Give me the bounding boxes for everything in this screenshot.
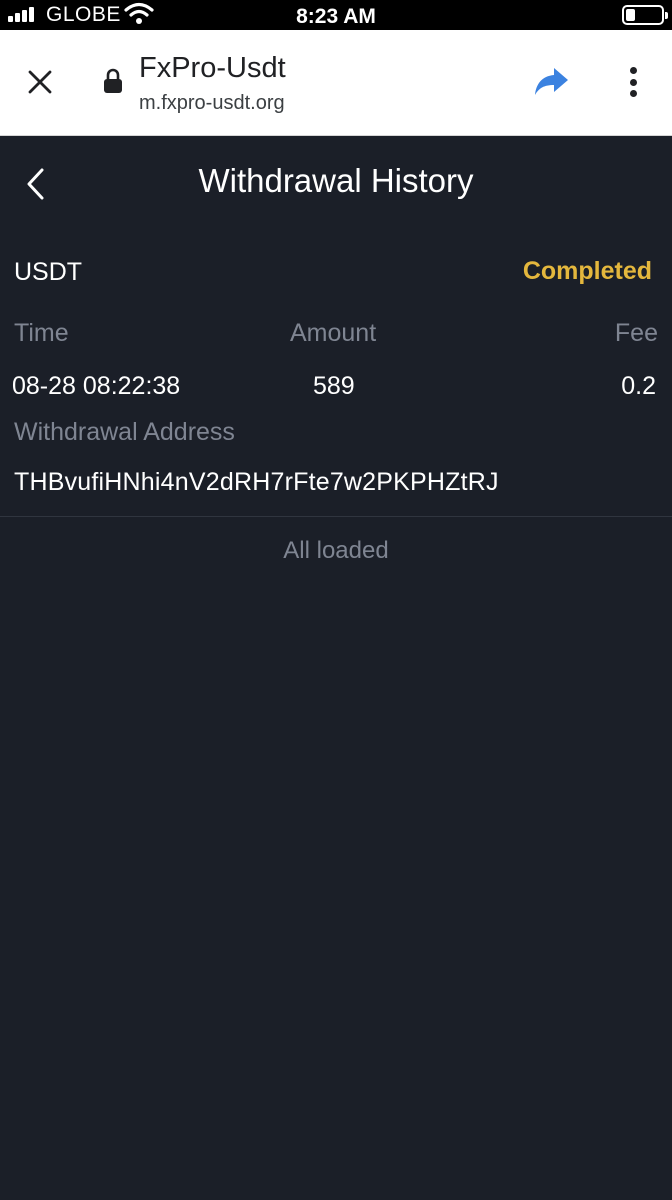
fee-label: Fee xyxy=(614,319,658,347)
close-button[interactable] xyxy=(24,66,56,98)
amount-label: Amount xyxy=(290,319,377,347)
close-icon xyxy=(28,70,52,94)
coin-name: USDT xyxy=(14,258,83,286)
site-url[interactable]: m.fxpro-usdt.org xyxy=(139,92,285,115)
clock: 8:23 AM xyxy=(296,5,376,28)
lock-icon xyxy=(104,68,122,93)
browser-bar: FxPro-Usdt m.fxpro-usdt.org xyxy=(0,30,672,136)
page-title: Withdrawal History xyxy=(198,162,474,199)
share-icon xyxy=(535,68,568,95)
share-button[interactable] xyxy=(532,64,572,100)
more-vert-icon xyxy=(629,67,637,74)
all-loaded-text: All loaded xyxy=(283,537,389,564)
divider xyxy=(0,516,672,517)
withdrawal-address-label: Withdrawal Address xyxy=(14,418,235,446)
time-value: 08-28 08:22:38 xyxy=(12,372,181,400)
battery-icon xyxy=(622,5,668,25)
fee-value: 0.2 xyxy=(621,372,656,400)
more-menu-button[interactable] xyxy=(620,64,646,100)
time-label: Time xyxy=(14,319,69,347)
amount-value: 589 xyxy=(313,372,355,400)
status-bar: GLOBE 8:23 AM xyxy=(0,0,672,30)
site-title: FxPro-Usdt xyxy=(139,52,286,84)
status-badge: Completed xyxy=(522,257,652,285)
withdrawal-address-value: THBvufiHNhi4nV2dRH7rFte7w2PKPHZtRJ xyxy=(14,468,499,496)
